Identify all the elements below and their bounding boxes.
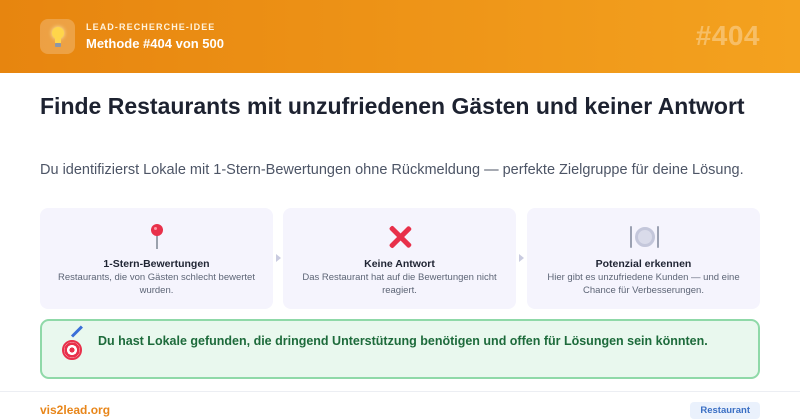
- step-card-1: 1-Stern-Bewertungen Restaurants, die von…: [40, 208, 273, 309]
- result-box: Du hast Lokale gefunden, die dringend Un…: [40, 319, 760, 379]
- header-banner: LEAD-RECHERCHE-IDEE Methode #404 von 500…: [0, 0, 800, 73]
- header-eyebrow: LEAD-RECHERCHE-IDEE: [86, 22, 216, 32]
- dart-icon: [70, 325, 83, 338]
- step-title: Potenzial erkennen: [595, 258, 692, 270]
- chevron-right-icon: [276, 254, 281, 262]
- target-icon: [62, 340, 82, 360]
- plate-cutlery-icon: [629, 225, 659, 249]
- step-description: Hier gibt es unzufriedene Kunden — und e…: [547, 272, 740, 296]
- method-number: #404: [695, 20, 760, 51]
- category-tag: Restaurant: [690, 402, 760, 419]
- step-description: Das Restaurant hat auf die Bewertungen n…: [302, 272, 497, 296]
- brand-link[interactable]: vis2lead.org: [40, 403, 110, 417]
- footer-divider: [0, 391, 800, 392]
- logo-box: [40, 19, 75, 54]
- steps-row: 1-Stern-Bewertungen Restaurants, die von…: [40, 208, 760, 309]
- page-subtitle: Du identifizierst Lokale mit 1-Stern-Bew…: [40, 162, 744, 178]
- step-title: 1-Stern-Bewertungen: [103, 258, 210, 270]
- cross-mark-icon: [388, 225, 412, 249]
- pushpin-icon: [150, 224, 164, 250]
- step-card-3: Potenzial erkennen Hier gibt es unzufrie…: [527, 208, 760, 309]
- page-title: Finde Restaurants mit unzufriedenen Gäst…: [40, 93, 745, 119]
- step-title: Keine Antwort: [364, 258, 435, 270]
- lightbulb-icon: [51, 26, 65, 47]
- step-description: Restaurants, die von Gästen schlecht bew…: [58, 272, 255, 296]
- step-card-2: Keine Antwort Das Restaurant hat auf die…: [283, 208, 516, 309]
- result-text: Du hast Lokale gefunden, die dringend Un…: [98, 334, 708, 348]
- chevron-right-icon: [519, 254, 524, 262]
- method-counter: Methode #404 von 500: [86, 36, 224, 51]
